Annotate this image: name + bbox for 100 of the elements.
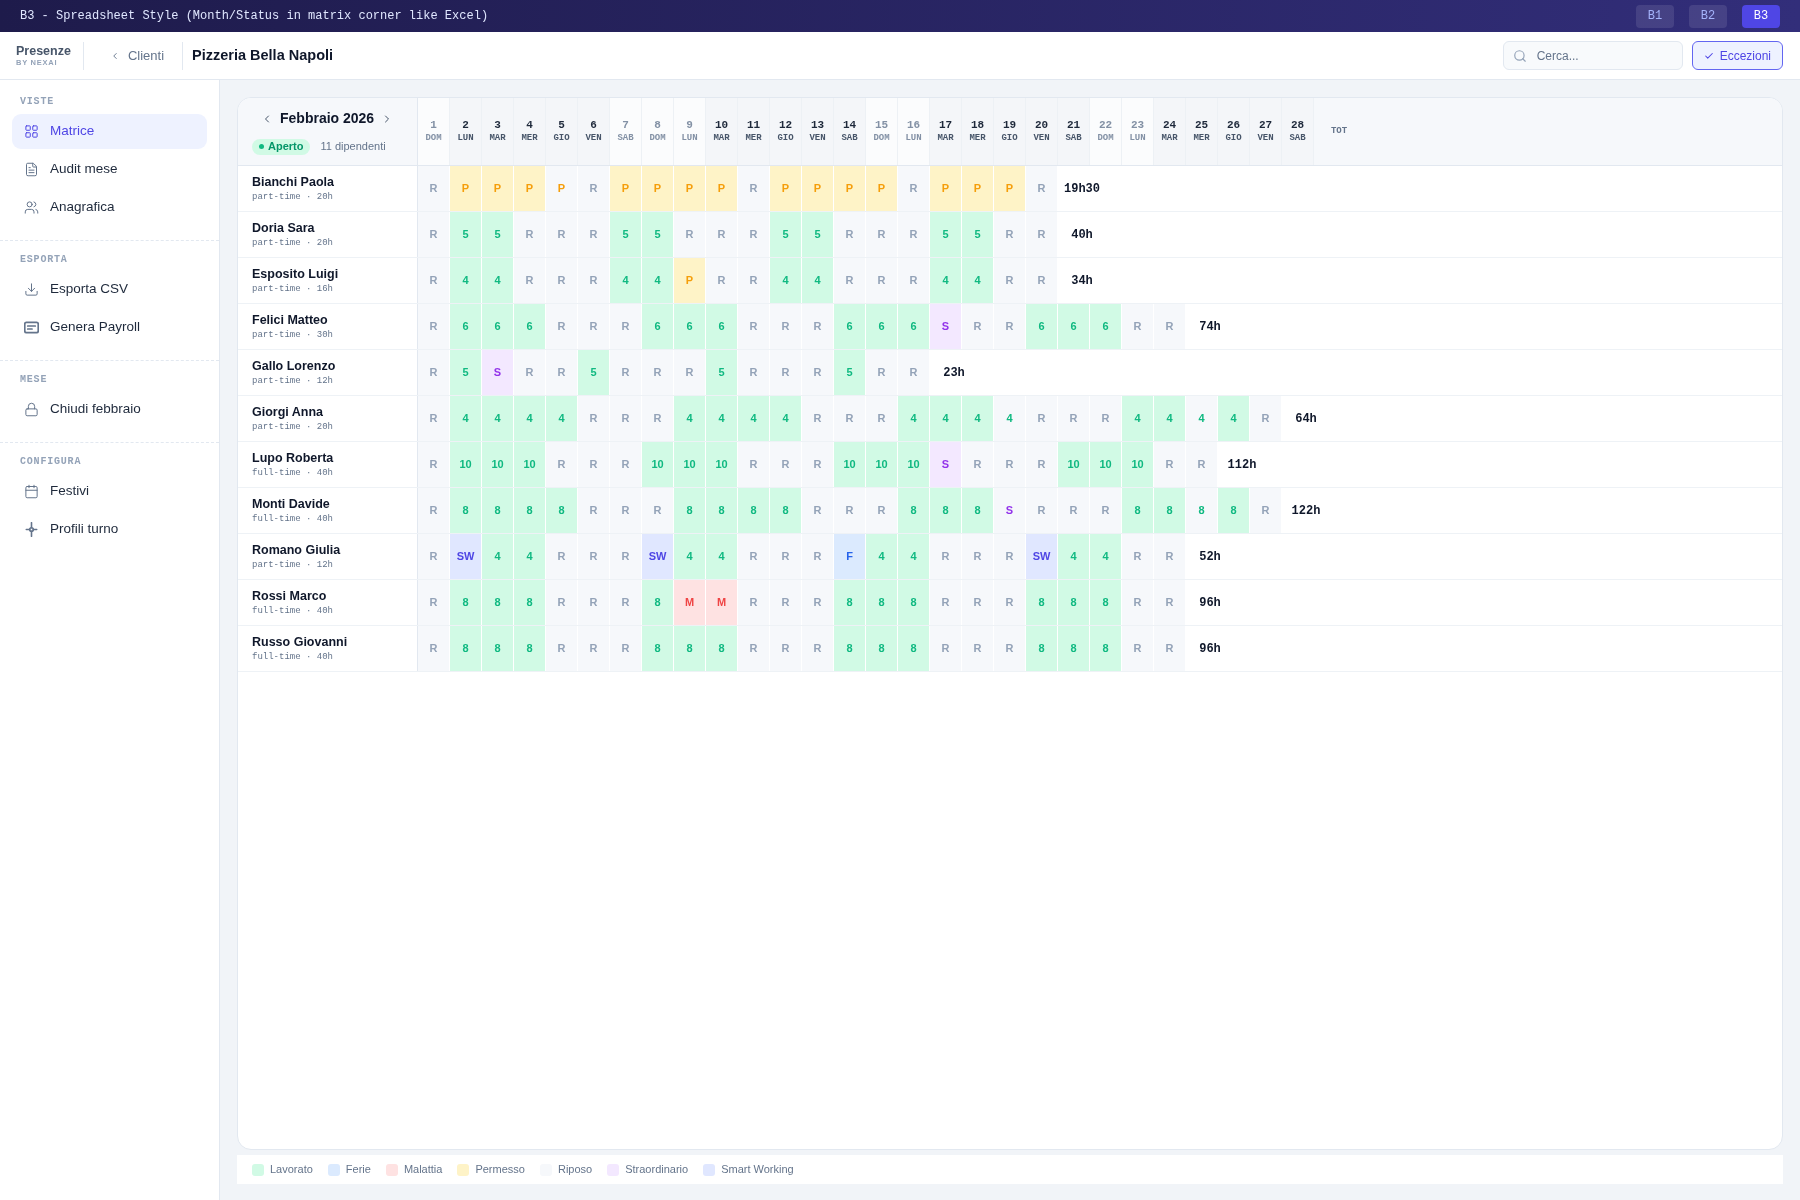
day-number: 15 [874, 119, 889, 131]
check-icon [1703, 50, 1714, 61]
day-number: 5 [558, 119, 565, 131]
shift-cell: R [1250, 396, 1282, 441]
contract-label: part-time · 12h [252, 559, 334, 571]
weekday-label: MAR [937, 133, 954, 144]
shift-cell: R [898, 350, 930, 395]
weekday-label: VEN [1257, 133, 1274, 144]
shift-cell: 4 [1090, 534, 1122, 579]
day-number: 24 [1162, 119, 1177, 131]
variant-tab[interactable]: B3 [1742, 4, 1780, 28]
total-hours: 19h30 [1064, 180, 1100, 198]
shift-cell: R [994, 258, 1026, 303]
shift-cell: R [994, 442, 1026, 487]
employee-name: Felici Matteo [252, 312, 329, 328]
shift-cell: 4 [482, 258, 514, 303]
sidebar-item[interactable]: Chiudi febbraio [12, 392, 207, 427]
shift-cell: P [610, 166, 642, 211]
shift-cell: R [802, 580, 834, 625]
sidebar-item[interactable]: Festivi [12, 474, 207, 509]
shift-cell: P [994, 166, 1026, 211]
sidebar-item[interactable]: Genera Payroll [12, 310, 207, 345]
shift-cell: 8 [450, 580, 482, 625]
shift-cell: 4 [674, 534, 706, 579]
shift-cell: R [802, 626, 834, 671]
shift-cell: R [546, 304, 578, 349]
shift-cell: R [866, 396, 898, 441]
shift-cell: R [802, 396, 834, 441]
weekday-label: LUN [905, 133, 922, 144]
back-link[interactable]: Clienti [109, 45, 165, 66]
legend-label: Malattia [403, 1162, 443, 1178]
employee-count: 11 dipendenti [320, 139, 386, 155]
sidebar-item[interactable]: Esporta CSV [12, 272, 207, 307]
sidebar-item[interactable]: Anagrafica [12, 190, 207, 225]
shift-cell: R [1058, 396, 1090, 441]
shift-cell: 8 [514, 580, 546, 625]
shift-cell: 4 [962, 396, 994, 441]
shift-cell: R [706, 212, 738, 257]
sidebar-item[interactable]: Profili turno [12, 512, 207, 547]
day-number: 28 [1290, 119, 1305, 131]
shift-cell: R [1154, 580, 1186, 625]
sidebar-item[interactable]: Matrice [12, 114, 207, 149]
day-number: 11 [746, 119, 761, 131]
shift-cell: 4 [802, 258, 834, 303]
shift-cell: R [738, 534, 770, 579]
shift-cell: R [770, 304, 802, 349]
shift-cell: 4 [930, 258, 962, 303]
shift-cell: R [642, 350, 674, 395]
shift-cell: R [418, 350, 450, 395]
shift-cell: R [1122, 580, 1154, 625]
shift-cell: 8 [930, 488, 962, 533]
shift-cell: 4 [866, 534, 898, 579]
shift-cell: 4 [642, 258, 674, 303]
section-label: MESE [19, 374, 49, 386]
shift-cell: R [834, 488, 866, 533]
crosshair-icon [24, 522, 39, 537]
shift-cell: R [738, 304, 770, 349]
shift-cell: 5 [450, 212, 482, 257]
window-title: B3 - Spreadsheet Style (Month/Status in matrix corner like Excel) [20, 8, 489, 25]
shift-cell: 8 [866, 580, 898, 625]
variant-tab[interactable]: B1 [1636, 4, 1674, 28]
day-number: 4 [526, 119, 533, 131]
shift-cell: R [834, 396, 866, 441]
color-swatch-icon [252, 1163, 264, 1176]
shift-cell: R [898, 212, 930, 257]
shift-cell: R [1026, 212, 1058, 257]
shift-cell: 4 [770, 396, 802, 441]
shift-cell: R [770, 580, 802, 625]
status-label: Aperto [268, 139, 304, 155]
shift-cell: 5 [770, 212, 802, 257]
shift-cell: 4 [898, 534, 930, 579]
shift-cell: 10 [898, 442, 930, 487]
shift-cell: 8 [1090, 580, 1122, 625]
shift-cell: 8 [674, 488, 706, 533]
color-swatch-icon [703, 1163, 716, 1176]
shift-cell: R [706, 258, 738, 303]
shift-cell: 8 [514, 626, 546, 671]
sidebar-item[interactable]: Audit mese [12, 152, 207, 187]
weekday-label: LUN [457, 133, 474, 144]
shift-cell: R [802, 350, 834, 395]
exceptions-button[interactable]: Eccezioni [1691, 41, 1783, 70]
variant-tab[interactable]: B2 [1689, 4, 1727, 28]
shift-cell: 10 [866, 442, 898, 487]
shift-cell: R [578, 258, 610, 303]
brand-name: Presenze [16, 44, 71, 58]
search-field[interactable]: Cerca... [1502, 41, 1683, 70]
legend-label: Straordinario [625, 1162, 689, 1178]
day-number: 23 [1130, 119, 1145, 131]
shift-cell: R [738, 350, 770, 395]
shift-cell: M [674, 580, 706, 625]
shift-cell: R [898, 166, 930, 211]
shift-cell: 10 [642, 442, 674, 487]
section-label: ESPORTA [19, 254, 69, 266]
legend-label: Lavorato [270, 1162, 313, 1178]
shift-cell: 4 [898, 396, 930, 441]
day-number: 10 [714, 119, 729, 131]
shift-cell: R [1090, 396, 1122, 441]
shift-cell: R [1122, 626, 1154, 671]
shift-cell: R [610, 396, 642, 441]
shift-cell: R [1026, 258, 1058, 303]
